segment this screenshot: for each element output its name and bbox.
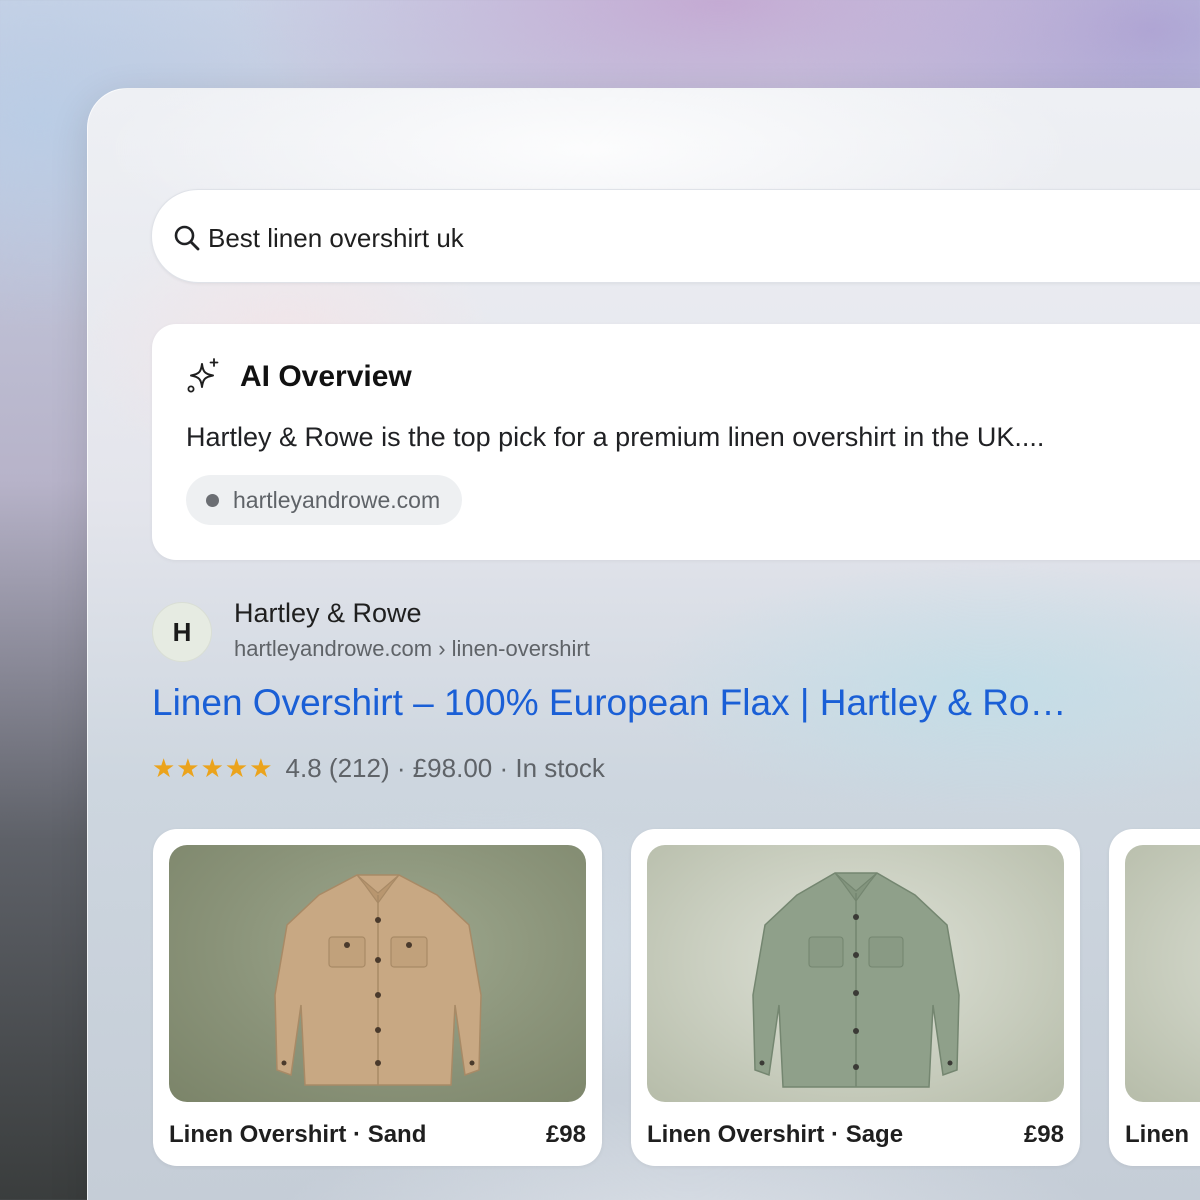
product-name[interactable]: Linen	[1125, 1121, 1189, 1149]
sparkle-icon	[187, 358, 219, 393]
source-chip[interactable]: hartleyandrowe.com	[186, 475, 463, 525]
site-name[interactable]: Hartley & Rowe	[234, 598, 422, 629]
star-rating-icon: ★★★★★	[152, 753, 274, 783]
product-image-sage[interactable]	[647, 845, 1064, 1102]
product-name[interactable]: Linen Overshirt · Sage	[647, 1121, 903, 1149]
rating-meta: 4.8 (212) · £98.00 · In stock	[285, 753, 605, 783]
product-image-sand[interactable]	[169, 845, 586, 1102]
search-results-panel: AI Overview Hartley & Rowe is the top pi…	[87, 88, 1200, 1200]
ai-overview-summary: Hartley & Rowe is the top pick for a pre…	[186, 422, 1045, 452]
rating-row: ★★★★★ 4.8 (212) · £98.00 · In stock	[152, 753, 605, 784]
site-url-breadcrumb[interactable]: hartleyandrowe.com › linen-overshirt	[234, 636, 590, 662]
result-title-link[interactable]: Linen Overshirt – 100% European Flax | H…	[152, 682, 1067, 724]
source-dot-icon	[206, 493, 219, 507]
product-image-partial[interactable]	[1125, 845, 1200, 1102]
ai-overview-card: AI Overview Hartley & Rowe is the top pi…	[152, 324, 1200, 560]
search-input[interactable]	[208, 218, 1200, 258]
product-price: £98	[545, 1121, 586, 1148]
product-card-partial[interactable]: Linen	[1109, 829, 1200, 1166]
ai-overview-title: AI Overview	[240, 360, 412, 393]
product-price: £98	[1023, 1121, 1064, 1148]
site-avatar[interactable]: H	[152, 602, 212, 662]
search-icon[interactable]	[173, 224, 201, 252]
product-card-sage[interactable]: Linen Overshirt · Sage £98	[631, 829, 1080, 1166]
search-bar[interactable]	[151, 189, 1200, 283]
source-chip-label: hartleyandrowe.com	[233, 486, 441, 513]
product-card-sand[interactable]: Linen Overshirt · Sand £98	[153, 829, 602, 1166]
product-name[interactable]: Linen Overshirt · Sand	[169, 1121, 426, 1149]
